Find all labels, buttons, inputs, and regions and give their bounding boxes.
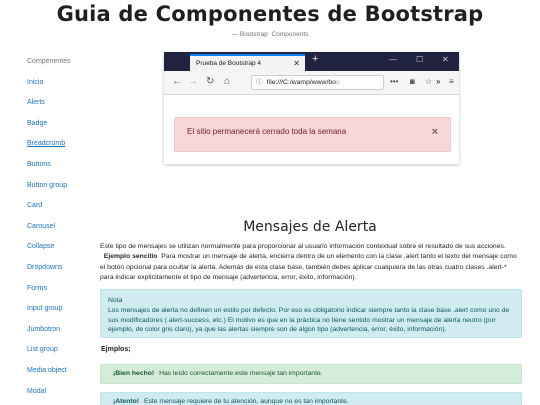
menu-icon[interactable]: ≡	[449, 77, 454, 86]
section-description: Este tipo de mensajes se utilizan normal…	[100, 243, 517, 282]
sidebar-item-buttons[interactable]: Buttons	[27, 160, 107, 181]
browser-tabbar: Prueba de Bootstrap 4 ✕ + — ☐ ✕	[164, 52, 459, 71]
alert-text: El sitio permanecerá cerrado toda la sem…	[187, 127, 347, 136]
close-icon[interactable]: ✕	[293, 59, 300, 68]
forward-icon[interactable]: →	[188, 76, 198, 87]
back-icon[interactable]: ←	[172, 76, 182, 87]
new-tab-icon[interactable]: +	[312, 53, 318, 65]
star-icon[interactable]: ☆	[425, 77, 432, 86]
sidebar-heading: Compenentes	[27, 58, 71, 65]
sidebar-item-breadcrumb[interactable]: Breadcrumb	[27, 139, 107, 160]
sidebar-item-card[interactable]: Card	[27, 201, 107, 222]
note-title: Nota	[108, 297, 123, 304]
browser-tab[interactable]: Prueba de Bootstrap 4 ✕	[190, 54, 305, 71]
sidebar-item-modal[interactable]: Modal	[27, 387, 107, 405]
examples-label: Ejmplos;	[101, 346, 131, 353]
example-heading: Ejemplo sencillo	[103, 253, 158, 261]
note-alert: Nota Los mensajes de alerta no definen u…	[100, 289, 522, 338]
sidebar-item-forms[interactable]: Forms	[27, 284, 107, 305]
sidebar-item-alerts[interactable]: Alerts	[27, 98, 107, 119]
sidebar-item-collapse[interactable]: Collapse	[27, 242, 107, 263]
breadcrumb-item[interactable]: — Bootstrap	[232, 31, 268, 38]
section-title: Mensajes de Alerta	[243, 219, 377, 235]
sidebar-item-media-object[interactable]: Media object	[27, 366, 107, 387]
info-alert-example: ¡Atento! Este mensaje requiere de tu ate…	[100, 392, 522, 405]
page-title: Guia de Componentes de Bootstrap	[56, 2, 484, 26]
breadcrumb-item[interactable]: Components	[272, 31, 309, 38]
reload-icon[interactable]: ↻	[206, 76, 214, 87]
success-alert-example: ¡Bien hecho! Has leído correctamente est…	[100, 364, 522, 384]
sidebar-item-carousel[interactable]: Carousel	[27, 222, 107, 243]
sidebar-item-badge[interactable]: Badge	[27, 119, 107, 140]
browser-toolbar: ← → ↻ ⌂ ⓘ file:///C:/wamp/www/boo ••• ◙ ☆…	[164, 71, 459, 95]
overflow-icon[interactable]: »	[436, 77, 440, 86]
home-icon[interactable]: ⌂	[224, 76, 230, 87]
browser-screenshot: Prueba de Bootstrap 4 ✕ + — ☐ ✕ ← → ↻ ⌂ …	[164, 52, 459, 164]
maximize-icon[interactable]: ☐	[416, 55, 423, 64]
sidebar-item-input-group[interactable]: Input group	[27, 304, 107, 325]
sidebar-item-dropdowns[interactable]: Dropdowns	[27, 263, 107, 284]
url-input[interactable]: ⓘ file:///C:/wamp/www/boo	[251, 75, 384, 90]
more-icon[interactable]: •••	[390, 77, 398, 86]
close-icon[interactable]: ×	[432, 126, 438, 138]
breadcrumb: — Bootstrap Components	[0, 31, 540, 38]
sidebar-item-inicio[interactable]: Inicio	[27, 78, 107, 99]
info-icon[interactable]: ⓘ	[256, 79, 263, 86]
sidebar-item-list-group[interactable]: List group	[27, 345, 107, 366]
window-close-icon[interactable]: ✕	[442, 55, 449, 64]
pocket-icon[interactable]: ◙	[410, 77, 415, 86]
browser-tab-title: Prueba de Bootstrap 4	[196, 60, 262, 67]
sidebar-item-button-group[interactable]: Button group	[27, 181, 107, 202]
sidebar: Compenentes Inicio Alerts Badge Breadcru…	[27, 57, 107, 405]
danger-alert-preview: El sitio permanecerá cerrado toda la sem…	[174, 117, 451, 152]
note-text: Los mensajes de alerta no definen un est…	[108, 306, 510, 334]
minimize-icon[interactable]: —	[389, 55, 397, 64]
sidebar-item-jumbotron[interactable]: Jumbotron	[27, 325, 107, 346]
